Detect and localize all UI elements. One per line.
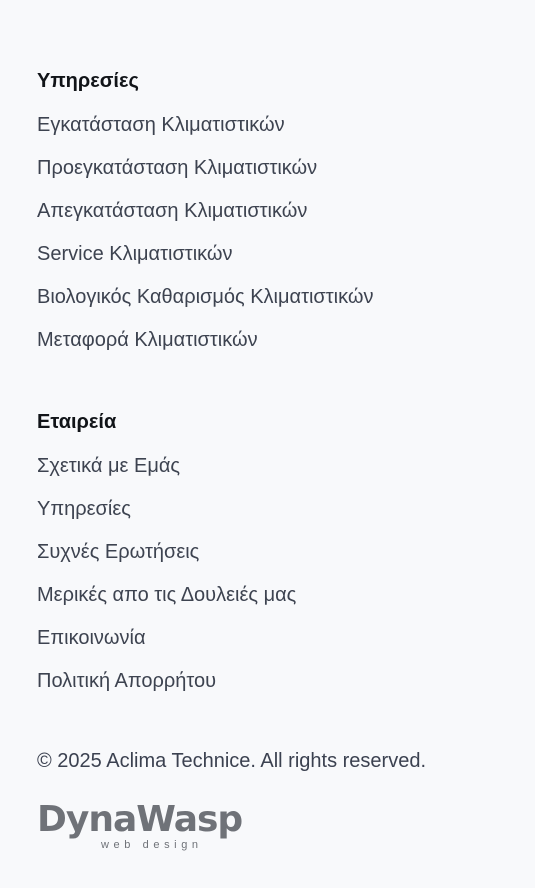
logo-tagline: web design	[101, 839, 203, 851]
services-link-bio-cleaning[interactable]: Βιολογικός Καθαρισμός Κλιματιστικών	[37, 285, 373, 328]
company-link-faq[interactable]: Συχνές Ερωτήσεις	[37, 540, 296, 583]
company-link-contact[interactable]: Επικοινωνία	[37, 626, 296, 669]
services-heading: Υπηρεσίες	[37, 70, 139, 92]
company-heading: Εταιρεία	[37, 411, 117, 433]
copyright-text: © 2025 Aclima Technice. All rights reser…	[37, 750, 427, 772]
services-link-installation[interactable]: Εγκατάσταση Κλιματιστικών	[37, 113, 373, 156]
services-link-transfer[interactable]: Μεταφορά Κλιματιστικών	[37, 328, 373, 371]
services-link-service[interactable]: Service Κλιματιστικών	[37, 242, 373, 285]
company-link-portfolio[interactable]: Μερικές απο τις Δουλειές μας	[37, 583, 296, 626]
services-links: Εγκατάσταση Κλιματιστικών Προεγκατάσταση…	[37, 113, 373, 371]
services-link-pre-installation[interactable]: Προεγκατάσταση Κλιματιστικών	[37, 156, 373, 199]
company-link-services[interactable]: Υπηρεσίες	[37, 497, 296, 540]
dynawasp-logo[interactable]: DynaWasp web design	[37, 799, 267, 853]
company-links: Σχετικά με Εμάς Υπηρεσίες Συχνές Ερωτήσε…	[37, 454, 296, 712]
logo-wordmark: DynaWasp	[37, 799, 243, 840]
company-link-about[interactable]: Σχετικά με Εμάς	[37, 454, 296, 497]
services-link-uninstallation[interactable]: Απεγκατάσταση Κλιματιστικών	[37, 199, 373, 242]
company-link-privacy[interactable]: Πολιτική Απορρήτου	[37, 669, 296, 712]
